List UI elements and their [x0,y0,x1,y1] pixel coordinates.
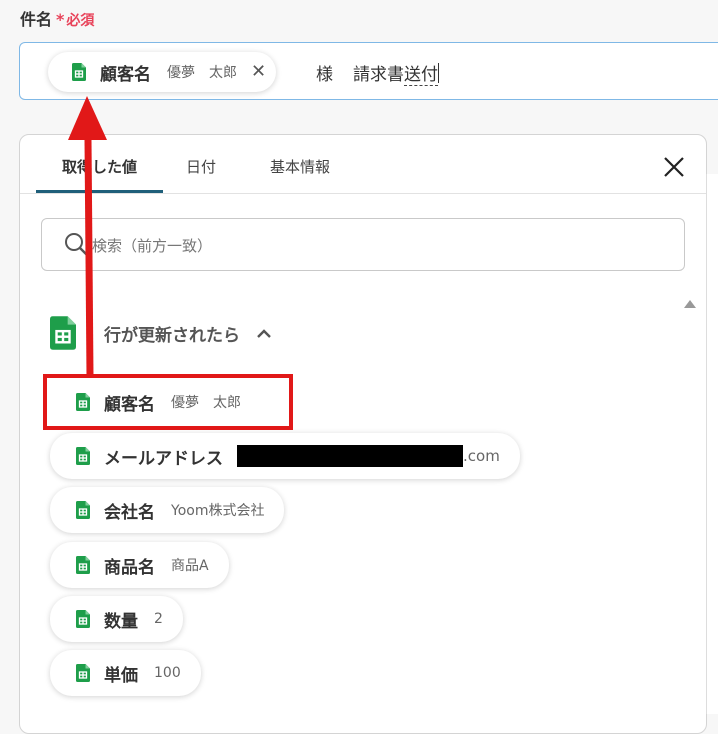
subject-suffix-cursor-text: 送付 [404,65,438,86]
search-icon [64,232,90,262]
item-label: 会社名 [104,502,155,523]
remove-chip-icon[interactable]: ✕ [251,63,266,81]
item-label: 単価 [104,665,138,686]
tab-label: 取得した値 [61,158,137,176]
field-label-text: 件名 [20,10,53,29]
background-panel-edge [706,174,718,714]
tab-label: 日付 [185,158,216,176]
subject-suffix-text: 様請求書送付 [316,60,439,86]
item-label: メールアドレス [104,448,223,469]
list-item-unit-price[interactable]: 単価 100 [50,650,201,696]
subject-chip-label: 顧客名 [100,64,151,85]
tab-basic-info[interactable]: 基本情報 [247,150,353,194]
list-item-email[interactable]: メールアドレス .com [50,433,520,479]
list-item-company[interactable]: 会社名 Yoom株式会社 [50,487,285,533]
item-value: 2 [154,611,163,627]
picker-tabs: 取得した値 日付 基本情報 [36,150,353,194]
tab-date[interactable]: 日付 [163,150,239,194]
item-value: .com [463,447,500,465]
item-label: 数量 [104,611,138,632]
tab-label: 基本情報 [269,158,330,176]
trigger-group-header[interactable]: 行が更新されたら [50,316,272,350]
spreadsheet-icon [76,447,90,465]
list-item-product[interactable]: 商品名 商品A [50,542,229,588]
required-text: 必須 [66,13,95,29]
tab-acquired-values[interactable]: 取得した値 [36,150,163,194]
subject-suffix-main: 請求書 [353,65,404,85]
search-placeholder: 検索（前方一致） [92,237,213,255]
spreadsheet-icon [76,610,90,628]
list-item-quantity[interactable]: 数量 2 [50,596,183,642]
item-value: 商品A [171,558,209,574]
item-value: 100 [154,665,181,681]
close-panel-button[interactable] [662,155,686,179]
subject-chip-value: 優夢 太郎 [167,65,237,81]
subject-suffix-sama: 様 [316,65,333,85]
text-cursor [438,63,439,83]
highlight-box [43,374,293,430]
required-mark: * [56,10,65,29]
tab-divider [20,193,706,194]
spreadsheet-icon [50,316,76,350]
item-label: 商品名 [104,557,155,578]
redacted-value [237,445,463,467]
chevron-up-icon[interactable] [256,324,272,343]
close-icon [664,157,684,177]
group-title: 行が更新されたら [104,325,240,346]
subject-variable-chip[interactable]: 顧客名 優夢 太郎 ✕ [48,52,277,92]
spreadsheet-icon [76,501,90,519]
field-label: 件名 * 必須 [20,6,94,30]
spreadsheet-icon [76,556,90,574]
spreadsheet-icon [72,63,86,81]
scroll-up-arrow-icon[interactable] [684,300,696,308]
item-value: Yoom株式会社 [171,503,265,519]
spreadsheet-icon [76,664,90,682]
